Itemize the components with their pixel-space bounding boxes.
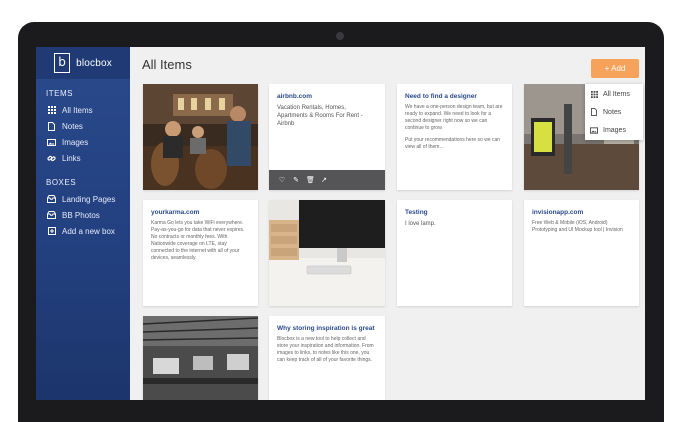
- sidebar-item-notes[interactable]: Notes: [36, 118, 130, 134]
- card-action-toolbar: ♡ ✎ 🗑 ↗: [269, 170, 385, 190]
- main-content: All Items + Add All Items Notes Images a…: [130, 47, 645, 400]
- page-title: All Items: [142, 57, 192, 72]
- card-text: Blocbox is a new tool to help collect an…: [277, 336, 374, 363]
- grid-icon: [47, 106, 56, 115]
- card-paragraph: Karma Go lets you take WiFi everywhere. …: [151, 220, 245, 261]
- sidebar-item-label: BB Photos: [62, 210, 100, 220]
- add-button[interactable]: + Add: [591, 59, 639, 78]
- image-icon: [47, 138, 56, 147]
- sidebar-item-label: All Items: [62, 105, 93, 115]
- card-text: Vacation Rentals, Homes, Apartments & Ro…: [277, 105, 363, 127]
- boxes-heading: BOXES: [46, 178, 77, 187]
- image-icon: [590, 126, 598, 134]
- app-name: blocbox: [76, 57, 112, 69]
- link-card-yourkarma[interactable]: yourkarma.com Karma Go lets you take WiF…: [143, 200, 258, 306]
- edit-icon[interactable]: ✎: [292, 176, 300, 184]
- share-icon[interactable]: ↗: [320, 176, 328, 184]
- note-card-designer[interactable]: Need to find a designer We have a one-pe…: [397, 84, 512, 190]
- dropdown-item-label: Notes: [603, 108, 622, 116]
- image-card-workspace[interactable]: [143, 316, 258, 400]
- heart-icon[interactable]: ♡: [278, 176, 286, 184]
- camera-dot: [336, 32, 344, 40]
- link-icon: [47, 154, 56, 163]
- sidebar-item-links[interactable]: Links: [36, 150, 130, 166]
- items-heading: ITEMS: [46, 89, 73, 98]
- boxes-section: BOXES Landing Pages BB Photos Add a new …: [36, 178, 130, 239]
- sidebar-item-all-items[interactable]: All Items: [36, 102, 130, 118]
- card-title: yourkarma.com: [151, 209, 200, 216]
- trash-icon[interactable]: 🗑: [306, 176, 315, 184]
- card-title: airbnb.com: [277, 93, 313, 100]
- link-card-airbnb[interactable]: airbnb.com Vacation Rentals, Homes, Apar…: [269, 84, 385, 190]
- desk-photo: [269, 200, 385, 306]
- card-title: invisionapp.com: [532, 209, 584, 216]
- items-section: ITEMS All Items Notes Images Links: [36, 89, 130, 166]
- card-title: Why storing inspiration is great: [277, 325, 375, 332]
- sidebar: b blocbox ITEMS All Items Notes Images L…: [36, 47, 130, 400]
- dropdown-item-images[interactable]: Images: [585, 122, 643, 138]
- note-icon: [47, 121, 56, 131]
- sidebar-item-label: Links: [62, 153, 81, 163]
- card-title: Testing: [405, 209, 428, 216]
- note-card-inspiration[interactable]: Why storing inspiration is great Blocbox…: [269, 316, 385, 400]
- sidebar-item-label: Add a new box: [62, 226, 115, 236]
- card-text: I love lamp.: [405, 221, 436, 227]
- sidebar-item-label: Images: [62, 137, 89, 147]
- logo-icon: b: [54, 53, 71, 73]
- image-card-desk[interactable]: [269, 200, 385, 306]
- sidebar-box-landing-pages[interactable]: Landing Pages: [36, 191, 130, 207]
- card-paragraph: We have a one-person design team, but ar…: [405, 104, 503, 131]
- sidebar-item-images[interactable]: Images: [36, 134, 130, 150]
- dropdown-item-label: Images: [603, 126, 626, 134]
- card-paragraph: Put your recommendations here so we can …: [405, 137, 501, 150]
- box-icon: [47, 211, 56, 220]
- sidebar-item-label: Notes: [62, 121, 83, 131]
- card-title: Need to find a designer: [405, 93, 477, 100]
- logo[interactable]: b blocbox: [36, 47, 130, 79]
- grid-icon: [590, 90, 598, 98]
- note-card-testing[interactable]: Testing I love lamp.: [397, 200, 512, 306]
- card-text: We have a one-person design team, but ar…: [405, 104, 504, 151]
- bar-photo: [143, 84, 258, 190]
- sidebar-add-new-box[interactable]: Add a new box: [36, 223, 130, 239]
- image-card-bar[interactable]: [143, 84, 258, 190]
- card-text: Free Web & Mobile (iOS, Android) Prototy…: [532, 220, 631, 234]
- plus-box-icon: [47, 227, 56, 236]
- sidebar-item-label: Landing Pages: [62, 194, 116, 204]
- link-card-invision[interactable]: invisionapp.com Free Web & Mobile (iOS, …: [524, 200, 639, 306]
- workspace-photo: [143, 316, 258, 400]
- box-icon: [47, 195, 56, 204]
- app-screen: b blocbox ITEMS All Items Notes Images L…: [36, 47, 645, 400]
- dropdown-item-all-items[interactable]: All Items: [585, 86, 643, 102]
- dropdown-item-label: All Items: [603, 90, 630, 98]
- sidebar-box-bb-photos[interactable]: BB Photos: [36, 207, 130, 223]
- card-text: Karma Go lets you take WiFi everywhere. …: [151, 220, 250, 262]
- add-dropdown-menu: All Items Notes Images: [585, 84, 643, 140]
- card-paragraph: Free Web & Mobile (iOS, Android) Prototy…: [532, 220, 623, 233]
- note-icon: [590, 108, 598, 116]
- dropdown-item-notes[interactable]: Notes: [585, 104, 643, 120]
